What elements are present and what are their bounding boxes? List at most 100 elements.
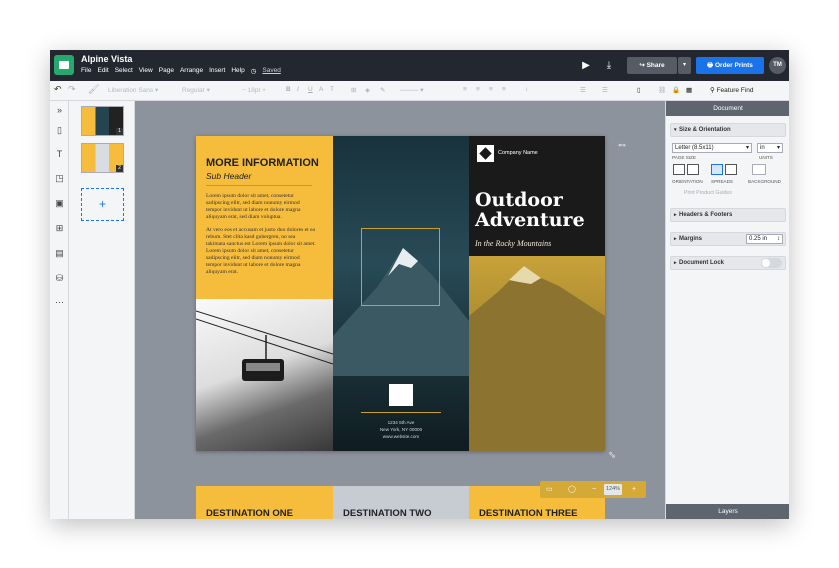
spread-arrows-icon[interactable]: ⇔ [616,137,628,151]
page-settings-icon[interactable]: ▯ [637,86,641,94]
headers-footers-section[interactable]: Headers & Footers [670,208,786,222]
data-icon[interactable]: ⛁ [54,273,65,284]
zoom-level[interactable]: 124% [604,484,622,495]
text-icon[interactable]: T [54,149,65,160]
line-spacing-icon[interactable]: ↕ [525,86,528,93]
cover-tagline[interactable]: In the Rocky Mountains [475,239,551,248]
layers-tab[interactable]: Layers [666,504,789,519]
page-thumbnail-2[interactable]: 2 [81,143,124,173]
destination-panel-2[interactable]: DESTINATION TWO [333,486,469,519]
zoom-in-button[interactable]: + [632,481,636,498]
menu-select[interactable]: Select [115,67,133,75]
font-size-select[interactable]: − 18pt + [242,85,282,97]
numbered-list-icon[interactable]: ☰ [602,86,608,94]
portrait-icon[interactable] [673,164,685,175]
download-icon[interactable]: ⤓ [602,59,616,73]
address-line-2[interactable]: New York, NY 00000 [333,427,469,432]
resize-icon[interactable]: ⇔ [604,445,622,463]
margins-input[interactable]: 0.25 in ↕ [746,234,783,244]
fill-icon[interactable]: ◈ [365,86,370,94]
link-icon[interactable]: ⛓ [658,86,666,94]
gold-frame[interactable] [361,228,440,306]
spread-double-icon[interactable] [725,164,737,175]
info-subheading[interactable]: Sub Header [206,171,251,181]
redo-icon[interactable]: ↷ [68,84,76,95]
saved-status[interactable]: Saved [262,67,280,75]
italic-icon[interactable]: I [297,86,299,93]
border-icon[interactable]: ⊞ [351,86,356,94]
line-color-icon[interactable]: ✎ [380,86,385,94]
undo-icon[interactable]: ↶ [54,84,62,95]
format-painter-icon[interactable]: 🖌 [88,84,99,95]
more-icon[interactable]: ⋯ [54,297,65,308]
chat-icon[interactable]: ◯ [568,481,576,498]
document-lock-toggle[interactable] [761,258,782,268]
expand-panel-icon[interactable]: » [54,105,65,116]
lock-icon[interactable]: 🔒 [672,86,680,94]
landscape-icon[interactable] [687,164,699,175]
menu-page[interactable]: Page [159,67,174,75]
address-line-1[interactable]: 1234 5th Ave [333,420,469,425]
spread-single-icon[interactable] [711,164,723,175]
feature-find-button[interactable]: ⚲ Feature Find [710,86,753,94]
shapes-icon[interactable]: ◳ [54,173,65,184]
panel-header[interactable]: Document [666,101,789,116]
align-center-icon[interactable]: ≡ [476,86,480,93]
avatar[interactable]: TM [769,57,786,74]
align-left-icon[interactable]: ≡ [463,86,467,93]
cover-title[interactable]: Outdoor Adventure [475,190,585,230]
font-family-select[interactable]: Liberation Sans ▾ [108,85,174,97]
line-style-select[interactable]: ──── ▾ [400,86,424,94]
underline-icon[interactable]: U [308,86,313,93]
background-swatch[interactable] [752,164,766,175]
tables-icon[interactable]: ⊞ [54,223,65,234]
app-logo-icon[interactable] [54,55,74,75]
bullet-list-icon[interactable]: ☰ [580,86,586,94]
canvas[interactable]: MORE INFORMATION Sub Header Lorem ipsum … [135,101,665,519]
size-orientation-section[interactable]: Size & Orientation [670,123,786,137]
document-title[interactable]: Alpine Vista [81,54,132,64]
destination-heading[interactable]: DESTINATION TWO [343,508,431,519]
align-right-icon[interactable]: ≡ [489,86,493,93]
page-thumbnail-1[interactable]: 1 [81,106,124,136]
cable-car-photo[interactable] [196,299,334,451]
print-guides-link[interactable]: Print Product Guides [684,190,732,196]
menu-view[interactable]: View [139,67,153,75]
text-options-icon[interactable]: T [330,86,334,93]
destination-panel-1[interactable]: DESTINATION ONE [196,486,333,519]
menu-insert[interactable]: Insert [209,67,225,75]
comment-icon[interactable]: ▭ [546,481,553,498]
destination-heading[interactable]: DESTINATION THREE [479,508,578,519]
menu-file[interactable]: File [81,67,91,75]
share-button[interactable]: ↪ Share [627,57,677,74]
golden-mountain-photo[interactable] [469,256,605,451]
qr-icon[interactable]: ▦ [686,86,692,94]
order-prints-button[interactable]: 🖶 Order Prints [696,57,764,74]
brochure-page[interactable]: MORE INFORMATION Sub Header Lorem ipsum … [196,136,605,451]
website[interactable]: www.website.com [333,434,469,439]
images-icon[interactable]: ▣ [54,198,65,209]
share-dropdown-icon[interactable]: ▾ [678,57,691,74]
bold-icon[interactable]: B [286,86,291,93]
company-name[interactable]: Company Name [498,150,538,156]
company-logo-icon[interactable] [477,145,494,162]
calendar-icon[interactable]: ▤ [54,248,65,259]
destination-heading[interactable]: DESTINATION ONE [206,508,293,519]
font-weight-select[interactable]: Regular ▾ [182,85,234,97]
info-paragraph-2[interactable]: At vero eos et accusam et justo duo dolo… [206,227,316,276]
info-paragraph-1[interactable]: Lorem ipsum dolor sit amet, consetetur s… [206,193,316,221]
units-select[interactable]: in ▾ [757,143,783,153]
justify-icon[interactable]: ≡ [502,86,506,93]
zoom-out-button[interactable]: − [592,481,596,498]
text-color-icon[interactable]: A [319,86,323,93]
menu-help[interactable]: Help [231,67,244,75]
pages-icon[interactable]: ▯ [54,125,65,136]
brand-logo-icon[interactable] [389,384,413,406]
page-size-select[interactable]: Letter (8.5x11) ▾ [672,143,752,153]
present-icon[interactable]: ▶ [579,59,593,73]
menu-arrange[interactable]: Arrange [180,67,203,75]
info-heading[interactable]: MORE INFORMATION [206,157,319,169]
history-icon[interactable]: ◷ [251,67,257,75]
menu-edit[interactable]: Edit [97,67,108,75]
add-page-button[interactable]: + [81,188,124,221]
